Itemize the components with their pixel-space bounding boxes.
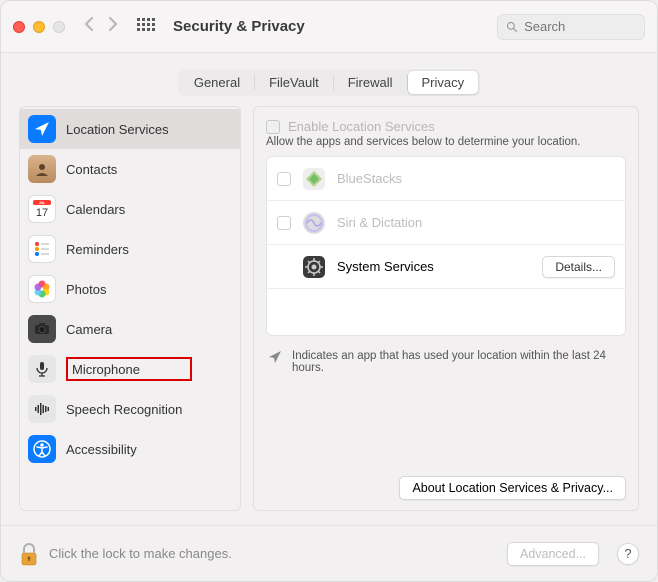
sidebar-item-label: Photos xyxy=(66,282,106,297)
svg-text:JUL: JUL xyxy=(39,201,46,205)
location-indicator-note: Indicates an app that has used your loca… xyxy=(266,350,626,374)
sidebar-item-accessibility[interactable]: Accessibility xyxy=(20,429,240,469)
sidebar-item-contacts[interactable]: Contacts xyxy=(20,149,240,189)
search-field[interactable] xyxy=(497,14,645,40)
sidebar-item-label: Contacts xyxy=(66,162,117,177)
app-row-system-services: System Services Details... xyxy=(267,245,625,289)
location-arrow-icon xyxy=(268,350,282,367)
siri-icon xyxy=(301,210,327,236)
sidebar-item-microphone[interactable]: Microphone xyxy=(20,349,240,389)
search-input[interactable] xyxy=(524,19,636,34)
app-name: BlueStacks xyxy=(337,171,615,186)
tab-privacy[interactable]: Privacy xyxy=(408,71,479,94)
help-button[interactable]: ? xyxy=(617,543,639,565)
maximize-button xyxy=(53,21,65,33)
sidebar-item-label: Calendars xyxy=(66,202,125,217)
app-row-bluestacks: BlueStacks xyxy=(267,157,625,201)
photos-icon xyxy=(28,275,56,303)
gear-icon xyxy=(301,254,327,280)
location-icon xyxy=(28,115,56,143)
sidebar-item-label: Camera xyxy=(66,322,112,337)
tab-firewall[interactable]: Firewall xyxy=(334,71,407,94)
detail-panel: Enable Location Services Allow the apps … xyxy=(253,106,639,511)
sidebar-item-label: Speech Recognition xyxy=(66,402,182,417)
app-row-siri: Siri & Dictation xyxy=(267,201,625,245)
titlebar: Security & Privacy xyxy=(1,1,657,53)
sidebar-item-location[interactable]: Location Services xyxy=(20,109,240,149)
bottom-bar: Click the lock to make changes. Advanced… xyxy=(1,525,657,581)
sidebar-item-reminders[interactable]: Reminders xyxy=(20,229,240,269)
contacts-icon xyxy=(28,155,56,183)
sidebar-item-label: Location Services xyxy=(66,122,169,137)
panel-subtext: Allow the apps and services below to det… xyxy=(266,136,626,148)
app-list: BlueStacks Siri & Dictation xyxy=(266,156,626,336)
tabs: General FileVault Firewall Privacy xyxy=(178,69,480,96)
microphone-icon xyxy=(28,355,56,383)
app-name: System Services xyxy=(337,259,532,274)
close-button[interactable] xyxy=(13,21,25,33)
calendar-icon: JUL 17 xyxy=(28,195,56,223)
speech-icon xyxy=(28,395,56,423)
camera-icon xyxy=(28,315,56,343)
back-button[interactable] xyxy=(83,16,95,37)
lock-text: Click the lock to make changes. xyxy=(49,546,497,561)
lock-icon[interactable] xyxy=(19,541,39,567)
sidebar-item-calendars[interactable]: JUL 17 Calendars xyxy=(20,189,240,229)
reminders-icon xyxy=(28,235,56,263)
sidebar-item-photos[interactable]: Photos xyxy=(20,269,240,309)
advanced-button: Advanced... xyxy=(507,542,599,566)
tab-general[interactable]: General xyxy=(180,71,254,94)
app-name: Siri & Dictation xyxy=(337,215,615,230)
about-location-button[interactable]: About Location Services & Privacy... xyxy=(399,476,626,500)
window-title: Security & Privacy xyxy=(173,18,305,35)
privacy-sidebar[interactable]: Location Services Contacts JUL 17 Calenda… xyxy=(19,106,241,511)
enable-location-label: Enable Location Services xyxy=(288,119,435,134)
app-checkbox xyxy=(277,172,291,186)
minimize-button[interactable] xyxy=(33,21,45,33)
sidebar-item-label: Reminders xyxy=(66,242,129,257)
app-checkbox xyxy=(277,216,291,230)
show-all-icon[interactable] xyxy=(137,18,155,36)
svg-text:17: 17 xyxy=(36,207,48,219)
tab-filevault[interactable]: FileVault xyxy=(255,71,333,94)
sidebar-item-camera[interactable]: Camera xyxy=(20,309,240,349)
sidebar-item-label: Microphone xyxy=(72,362,140,377)
details-button[interactable]: Details... xyxy=(542,256,615,278)
sidebar-item-speech[interactable]: Speech Recognition xyxy=(20,389,240,429)
window-controls xyxy=(13,21,65,33)
sidebar-item-label: Accessibility xyxy=(66,442,137,457)
accessibility-icon xyxy=(28,435,56,463)
indicator-text: Indicates an app that has used your loca… xyxy=(292,350,624,374)
bluestacks-icon xyxy=(301,166,327,192)
tabs-row: General FileVault Firewall Privacy xyxy=(1,53,657,106)
forward-button[interactable] xyxy=(107,16,119,37)
enable-location-checkbox xyxy=(266,120,280,134)
search-icon xyxy=(506,20,518,34)
nav-buttons xyxy=(83,16,119,37)
